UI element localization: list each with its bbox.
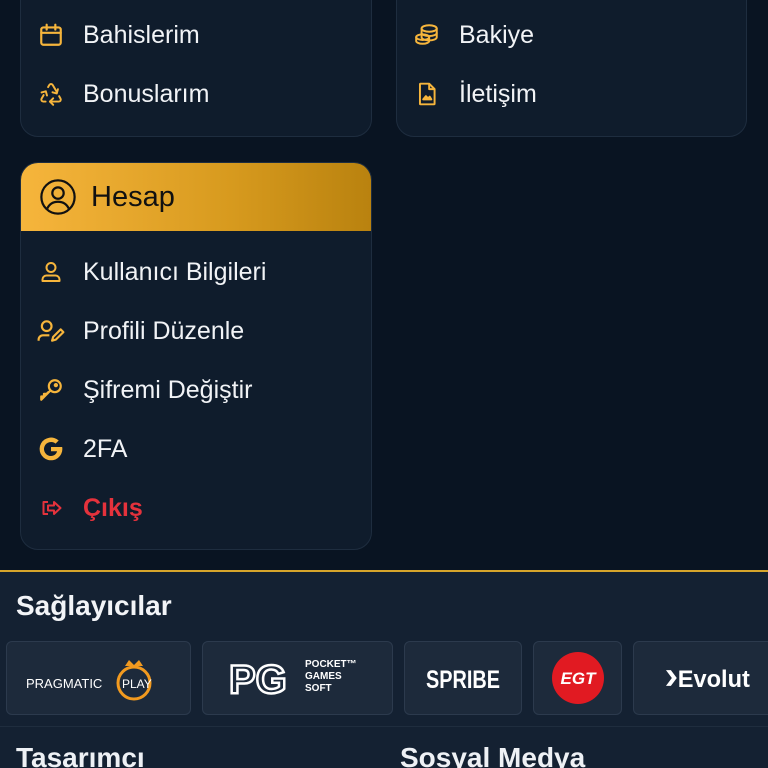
user-circle-icon	[39, 178, 77, 216]
provider-egt[interactable]: EGT	[533, 641, 622, 715]
provider-spribe[interactable]: SPRIBE	[404, 641, 522, 715]
svg-text:SOFT: SOFT	[305, 683, 332, 694]
menu-item-label: Bakiye	[459, 20, 535, 49]
svg-text:PLAY: PLAY	[122, 677, 152, 691]
logout-icon	[37, 494, 65, 522]
account-card: Hesap Kullanıcı Bilgileri Profili Düzenl…	[20, 162, 372, 550]
menu-item-label: Bahislerim	[83, 20, 200, 49]
account-title: Hesap	[91, 180, 175, 213]
menu-item-user-info[interactable]: Kullanıcı Bilgileri	[37, 252, 266, 292]
provider-pragmatic-play[interactable]: PRAGMATIC PLAY	[6, 641, 191, 715]
footer-design-title: Tasarımcı	[16, 742, 145, 768]
pragmatic-play-logo: PRAGMATIC PLAY	[26, 660, 152, 701]
menu-item-logout[interactable]: Çıkış	[37, 488, 143, 528]
svg-text:GAMES: GAMES	[305, 671, 342, 682]
menu-item-label: Kullanıcı Bilgileri	[83, 257, 267, 286]
footer-social-title: Sosyal Medya	[400, 742, 586, 768]
document-icon	[413, 80, 441, 108]
svg-text:PRAGMATIC: PRAGMATIC	[26, 676, 102, 691]
menu-item-edit-profile[interactable]: Profili Düzenle	[37, 311, 244, 351]
svg-text:Evolut: Evolut	[678, 667, 750, 693]
menu-item-label: İletişim	[459, 79, 537, 108]
menu-item-2fa[interactable]: 2FA	[37, 429, 127, 469]
account-header: Hesap	[21, 163, 371, 231]
svg-text:PG: PG	[229, 658, 287, 702]
menu-item-label: 2FA	[83, 434, 128, 463]
menu-card-bets: Bahislerim Bonuslarım	[20, 0, 372, 137]
menu-item-label: Bonuslarım	[83, 79, 210, 108]
provider-evolution[interactable]: Evolut	[633, 641, 768, 715]
calendar-icon	[37, 21, 65, 49]
pg-soft-logo: PG POCKET™ GAMES SOFT	[227, 657, 357, 703]
svg-text:SPRIBE: SPRIBE	[426, 666, 500, 694]
google-icon	[37, 435, 65, 463]
egt-logo: EGT	[551, 652, 604, 704]
footer-divider	[0, 726, 768, 727]
menu-item-bonuslarim[interactable]: Bonuslarım	[37, 74, 209, 114]
menu-item-iletisim[interactable]: İletişim	[413, 74, 537, 114]
svg-text:POCKET™: POCKET™	[305, 659, 357, 670]
menu-item-label: Çıkış	[83, 493, 143, 522]
spribe-logo: SPRIBE	[426, 666, 500, 694]
menu-item-bahislerim[interactable]: Bahislerim	[37, 15, 200, 55]
menu-item-label: Şifremi Değiştir	[83, 375, 253, 404]
key-icon	[37, 376, 65, 404]
provider-pg-soft[interactable]: PG POCKET™ GAMES SOFT	[202, 641, 393, 715]
evolution-logo: Evolut	[665, 667, 750, 693]
user-icon	[37, 258, 65, 286]
recycle-icon	[37, 80, 65, 108]
menu-item-label: Profili Düzenle	[83, 316, 245, 345]
menu-item-bakiye[interactable]: Bakiye	[413, 15, 534, 55]
providers-section: Sağlayıcılar PRAGMATIC PLAY PG POCKET™ G…	[0, 570, 768, 768]
user-edit-icon	[37, 317, 65, 345]
menu-card-wallet: Bakiye İletişim	[396, 0, 747, 137]
svg-text:EGT: EGT	[560, 669, 597, 688]
providers-title: Sağlayıcılar	[16, 590, 172, 621]
coins-icon	[413, 21, 441, 49]
menu-item-change-password[interactable]: Şifremi Değiştir	[37, 370, 252, 410]
